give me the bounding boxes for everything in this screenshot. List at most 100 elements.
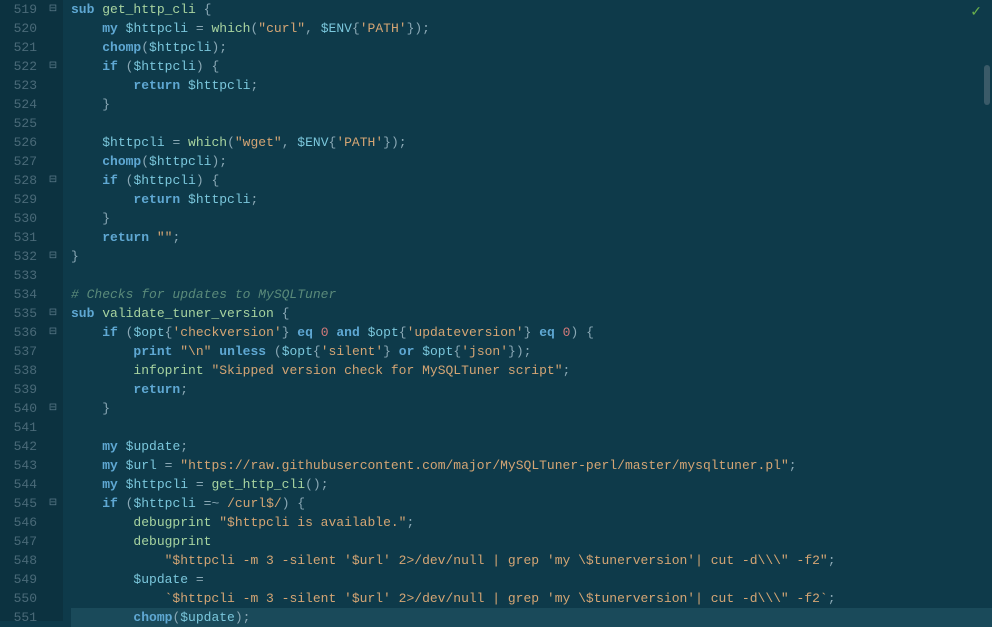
code-line[interactable]: chomp($httpcli); — [71, 38, 992, 57]
fold-gutter[interactable]: ⊟ ⊟ ⊟ ⊟ ⊟ ⊟ ⊟ ⊟ — [45, 0, 63, 621]
token-kw: if — [102, 496, 118, 511]
token-op — [180, 78, 188, 93]
code-line[interactable]: $update = — [71, 570, 992, 589]
token-op: ( — [118, 325, 134, 340]
line-number: 533 — [0, 266, 37, 285]
fold-marker-icon[interactable]: ⊟ — [47, 402, 59, 414]
code-line[interactable]: if ($httpcli) { — [71, 171, 992, 190]
token-op: ( — [141, 154, 149, 169]
fold-marker-icon[interactable]: ⊟ — [47, 250, 59, 262]
token-op: } — [524, 325, 540, 340]
token-str: "\n" — [180, 344, 211, 359]
vertical-scrollbar[interactable] — [984, 65, 990, 105]
token-var: $url — [126, 458, 157, 473]
line-number: 542 — [0, 437, 37, 456]
token-op: ( — [266, 344, 282, 359]
code-line[interactable]: `$httpcli -m 3 -silent '$url' 2>/dev/nul… — [71, 589, 992, 608]
token-str: "$httpcli is available." — [219, 515, 406, 530]
token-op: = — [188, 572, 204, 587]
code-area[interactable]: sub get_http_cli { my $httpcli = which("… — [63, 0, 992, 621]
token-str: "Skipped version check for MySQLTuner sc… — [211, 363, 562, 378]
fold-marker-icon[interactable]: ⊟ — [47, 497, 59, 509]
token-op: = — [188, 21, 211, 36]
token-var: $update — [133, 572, 188, 587]
token-op: ) { — [282, 496, 305, 511]
fold-marker-icon[interactable]: ⊟ — [47, 60, 59, 72]
code-line[interactable]: my $httpcli = which("curl", $ENV{'PATH'}… — [71, 19, 992, 38]
line-number: 526 — [0, 133, 37, 152]
token-op — [118, 477, 126, 492]
code-line[interactable]: chomp($update); — [71, 608, 992, 627]
code-editor[interactable]: 5195205215225235245255265275285295305315… — [0, 0, 992, 621]
token-kw: return — [133, 382, 180, 397]
token-func: validate_tuner_version — [102, 306, 274, 321]
token-op — [71, 173, 102, 188]
code-line[interactable]: $httpcli = which("wget", $ENV{'PATH'}); — [71, 133, 992, 152]
token-op: ) { — [570, 325, 593, 340]
token-op: = — [188, 477, 211, 492]
token-op — [71, 572, 133, 587]
code-line[interactable]: if ($httpcli =~ /curl$/) { — [71, 494, 992, 513]
token-op — [71, 458, 102, 473]
fold-marker-icon[interactable]: ⊟ — [47, 326, 59, 338]
token-op: = — [165, 135, 188, 150]
code-line[interactable]: print "\n" unless ($opt{'silent'} or $op… — [71, 342, 992, 361]
code-line[interactable]: sub validate_tuner_version { — [71, 304, 992, 323]
code-line[interactable]: chomp($httpcli); — [71, 152, 992, 171]
token-op: ) { — [196, 173, 219, 188]
token-op — [71, 496, 102, 511]
token-op — [313, 325, 321, 340]
token-op: (); — [305, 477, 328, 492]
code-line[interactable]: my $httpcli = get_http_cli(); — [71, 475, 992, 494]
token-op: ); — [235, 610, 251, 625]
code-line[interactable]: if ($httpcli) { — [71, 57, 992, 76]
code-line[interactable]: debugprint — [71, 532, 992, 551]
code-line[interactable] — [71, 114, 992, 133]
code-line[interactable]: infoprint "Skipped version check for MyS… — [71, 361, 992, 380]
line-number: 541 — [0, 418, 37, 437]
token-var: $httpcli — [126, 477, 188, 492]
code-line[interactable] — [71, 418, 992, 437]
code-line[interactable]: } — [71, 209, 992, 228]
code-line[interactable]: if ($opt{'checkversion'} eq 0 and $opt{'… — [71, 323, 992, 342]
token-str: 'PATH' — [360, 21, 407, 36]
token-kw: return — [133, 192, 180, 207]
token-kw: my — [102, 458, 118, 473]
token-op — [71, 230, 102, 245]
fold-marker-icon[interactable]: ⊟ — [47, 307, 59, 319]
code-line[interactable]: return $httpcli; — [71, 190, 992, 209]
token-op: } — [71, 401, 110, 416]
token-str: 'PATH' — [336, 135, 383, 150]
token-op: = — [157, 458, 180, 473]
token-kw: sub — [71, 306, 94, 321]
code-line[interactable]: # Checks for updates to MySQLTuner — [71, 285, 992, 304]
line-number: 549 — [0, 570, 37, 589]
code-line[interactable]: my $update; — [71, 437, 992, 456]
line-number: 529 — [0, 190, 37, 209]
code-line[interactable] — [71, 266, 992, 285]
line-number: 520 — [0, 19, 37, 38]
token-op — [71, 21, 102, 36]
token-var: $httpcli — [149, 154, 211, 169]
line-number: 539 — [0, 380, 37, 399]
token-var: $opt — [368, 325, 399, 340]
fold-marker-icon[interactable]: ⊟ — [47, 3, 59, 15]
token-op: } — [282, 325, 298, 340]
code-line[interactable]: "$httpcli -m 3 -silent '$url' 2>/dev/nul… — [71, 551, 992, 570]
code-line[interactable]: debugprint "$httpcli is available."; — [71, 513, 992, 532]
code-line[interactable]: } — [71, 95, 992, 114]
fold-marker-icon[interactable]: ⊟ — [47, 174, 59, 186]
token-op — [71, 591, 165, 606]
code-line[interactable]: } — [71, 247, 992, 266]
token-kw: my — [102, 477, 118, 492]
code-line[interactable]: return; — [71, 380, 992, 399]
token-kw: and — [336, 325, 359, 340]
token-str: "wget" — [235, 135, 282, 150]
code-line[interactable]: return $httpcli; — [71, 76, 992, 95]
code-line[interactable]: my $url = "https://raw.githubusercontent… — [71, 456, 992, 475]
code-line[interactable]: return ""; — [71, 228, 992, 247]
code-line[interactable]: sub get_http_cli { — [71, 0, 992, 19]
code-line[interactable]: } — [71, 399, 992, 418]
token-kw: if — [102, 325, 118, 340]
line-number: 546 — [0, 513, 37, 532]
